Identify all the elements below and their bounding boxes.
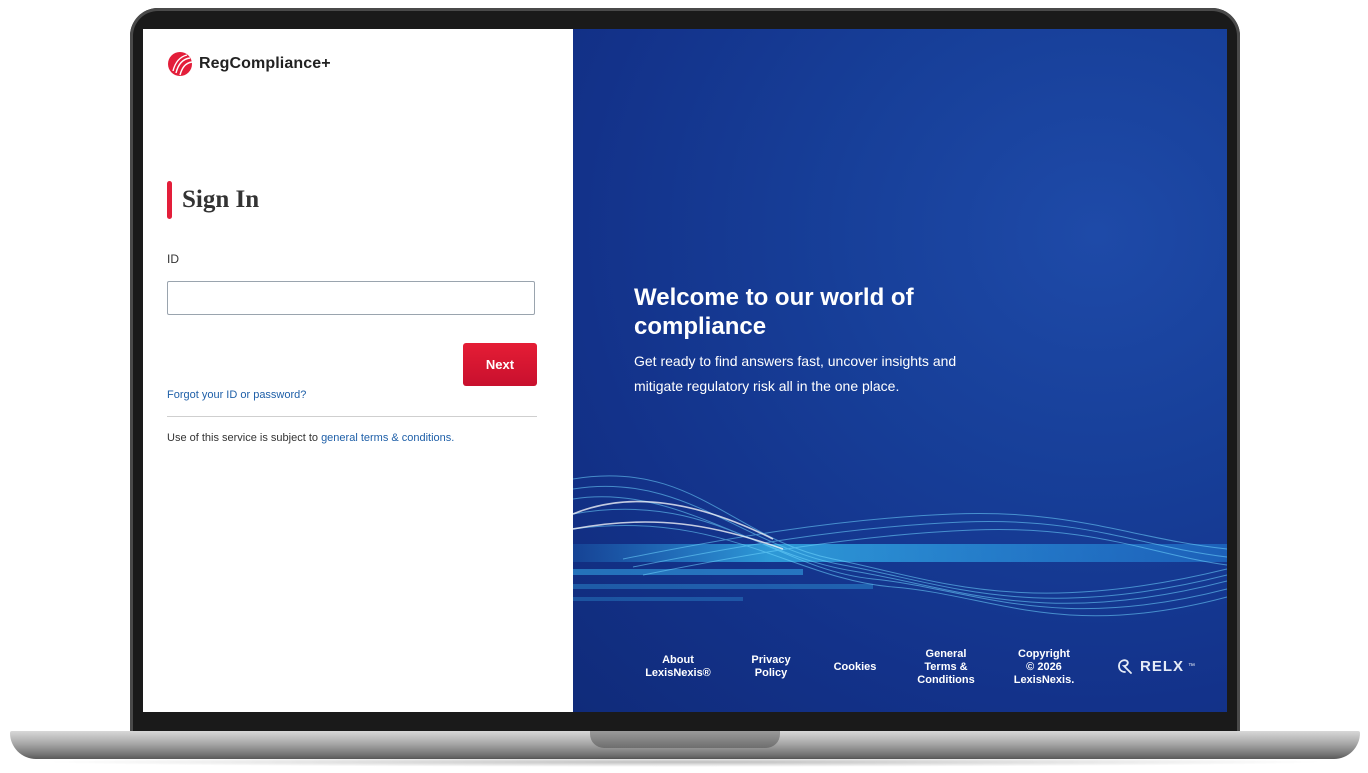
terms-prefix: Use of this service is subject to bbox=[167, 432, 322, 444]
next-button[interactable]: Next bbox=[463, 343, 537, 386]
footer-cookies-line1: Cookies bbox=[833, 661, 877, 673]
relx-text: RELX bbox=[1140, 657, 1185, 675]
footer-privacy-line1: Privacy bbox=[751, 654, 791, 666]
footer-privacy-line2: Policy bbox=[754, 667, 788, 679]
footer-terms-line1: General bbox=[925, 648, 967, 660]
hero-subtitle: Get ready to find answers fast, uncover … bbox=[634, 353, 957, 394]
terms-link[interactable]: general terms & conditions. bbox=[321, 432, 454, 444]
page-title: Sign In bbox=[167, 181, 259, 219]
footer-terms-link[interactable]: General Terms & Conditions bbox=[911, 648, 981, 687]
hero-panel: Welcome to our world of compliance Get r… bbox=[573, 29, 1227, 712]
footer-copyright-line2: © 2026 bbox=[1026, 661, 1062, 673]
relx-mark-icon bbox=[1118, 659, 1132, 674]
signin-title: Sign In bbox=[182, 186, 260, 213]
footer-privacy-link[interactable]: Privacy Policy bbox=[741, 654, 801, 680]
id-label: ID bbox=[167, 252, 179, 266]
footer-terms-line3: Conditions bbox=[917, 674, 975, 686]
lexisnexis-logo-icon bbox=[168, 52, 193, 76]
footer-terms-line2: Terms & bbox=[924, 661, 968, 673]
brand-name: RegCompliance+ bbox=[199, 55, 331, 72]
footer-about-line2: LexisNexis® bbox=[645, 667, 711, 679]
relx-tm: ™ bbox=[1188, 662, 1196, 670]
footer-about-line1: About bbox=[662, 654, 694, 666]
laptop-notch bbox=[590, 731, 780, 748]
signin-panel: RegCompliance+ Sign In ID Next Forgot yo… bbox=[143, 29, 573, 712]
forgot-id-password-link[interactable]: Forgot your ID or password? bbox=[167, 389, 306, 401]
laptop-screen: RegCompliance+ Sign In ID Next Forgot yo… bbox=[143, 29, 1227, 712]
relx-logo: RELX ™ bbox=[1116, 657, 1195, 675]
footer-copyright-line3: LexisNexis. bbox=[1013, 674, 1075, 686]
footer-copyright-link[interactable]: Copyright © 2026 LexisNexis. bbox=[1009, 648, 1079, 687]
footer-cookies-link[interactable]: Cookies bbox=[827, 661, 883, 674]
brand: RegCompliance+ bbox=[167, 51, 331, 77]
wave-decoration bbox=[573, 475, 1227, 617]
laptop-shadow bbox=[40, 757, 1330, 767]
hero-title: Welcome to our world of compliance bbox=[634, 284, 914, 340]
footer-about-link[interactable]: About LexisNexis® bbox=[641, 654, 715, 680]
footer-copyright-line1: Copyright bbox=[1018, 648, 1070, 660]
id-input[interactable] bbox=[167, 281, 535, 315]
title-accent-bar bbox=[167, 181, 172, 219]
divider bbox=[167, 416, 537, 417]
terms-notice: Use of this service is subject to genera… bbox=[167, 432, 454, 444]
